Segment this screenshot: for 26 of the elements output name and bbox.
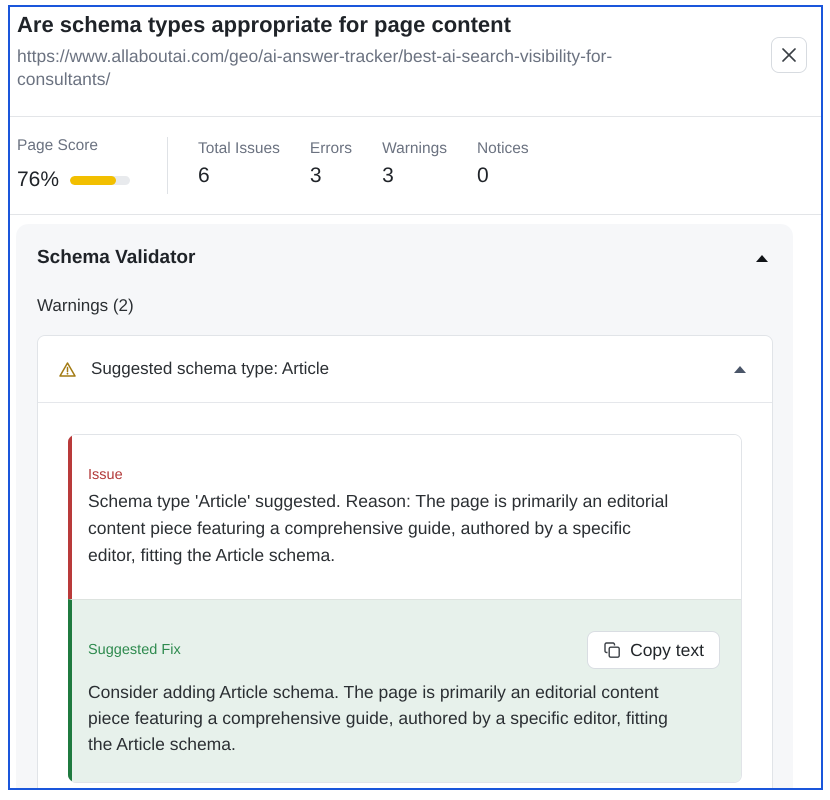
page-url: https://www.allaboutai.com/geo/ai-answer-tracker/best-ai-search-visibility-for-consultants/ [17, 45, 614, 91]
warning-icon [59, 362, 76, 376]
issue-label: Issue [88, 466, 124, 484]
stat-label: Notices [476, 140, 529, 158]
stat-value: 3 [382, 163, 395, 189]
close-icon [782, 48, 796, 62]
stat-label: Page Score [17, 137, 99, 155]
fix-label: Suggested Fix [88, 641, 181, 659]
page-score-value: 76% [17, 167, 60, 193]
stat-label: Errors [310, 140, 352, 158]
caret-up-icon[interactable] [734, 366, 746, 372]
stat-value: 3 [310, 163, 323, 189]
page-title: Are schema types appropriate for page content [17, 12, 512, 38]
stat-label: Warnings [382, 140, 447, 158]
stat-value: 0 [476, 163, 490, 189]
stat-label: Total Issues [198, 140, 280, 158]
fix-text: Consider adding Article schema. The page is primarily an editorial content piece featuring a comprehensive guide, authored by a specific editor, fitting the Article schema. [88, 681, 669, 756]
stat-value: 6 [198, 163, 211, 189]
warnings-heading: Warnings (2) [37, 295, 135, 317]
caret-up-icon[interactable] [756, 254, 768, 262]
warning-title: Suggested schema type: Article [91, 358, 330, 380]
close-button[interactable] [771, 37, 807, 73]
section-title: Schema Validator [37, 246, 196, 270]
issue-text: Schema type 'Article' suggested. Reason: The page is primarily an editorial content piece featuring a comprehensive guide, authored by a specific editor, fitting the Article schema. [88, 490, 670, 567]
copy-text-button[interactable]: Copy text [587, 631, 720, 669]
copy-icon [604, 642, 620, 658]
